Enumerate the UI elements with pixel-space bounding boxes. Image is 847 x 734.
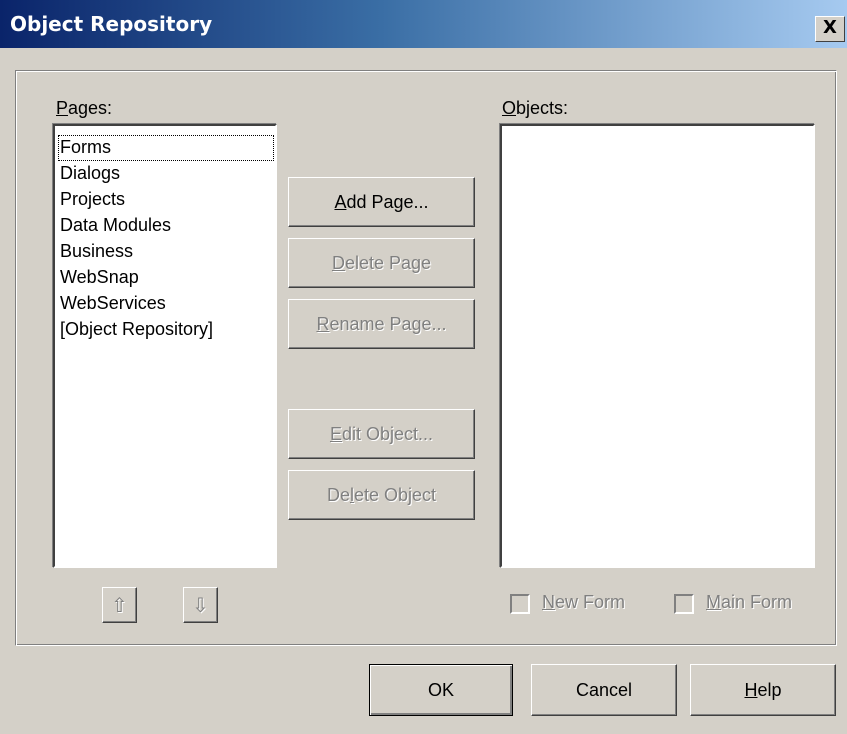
new-form-label-text: New Form [542, 592, 626, 612]
pages-list-item[interactable]: [Object Repository] [58, 317, 215, 343]
pages-list-item[interactable]: Forms [58, 135, 274, 161]
objects-label-accelerator: O [502, 98, 517, 118]
help-button[interactable]: Help [690, 664, 836, 716]
delete-page-button-label: Delete Page [331, 252, 432, 273]
move-down-button[interactable]: ⇩ [183, 587, 218, 623]
cancel-button-label: Cancel [575, 679, 633, 700]
cancel-button[interactable]: Cancel [531, 664, 677, 716]
rename-page-button-label: Rename Page... [316, 313, 447, 334]
delete-page-button[interactable]: Delete Page [288, 238, 475, 288]
move-up-button[interactable]: ⇧ [102, 587, 137, 623]
pages-label-rest: ages: [68, 98, 113, 118]
edit-object-button[interactable]: Edit Object... [288, 409, 475, 459]
main-form-checkbox[interactable] [674, 594, 694, 614]
pages-list-item[interactable]: Projects [58, 187, 127, 213]
pages-label: Pages: [56, 98, 112, 119]
objects-listbox[interactable] [500, 124, 815, 568]
main-form-label: Main Form [706, 592, 792, 613]
new-form-label: New Form [542, 592, 625, 613]
pages-list-item[interactable]: Dialogs [58, 161, 122, 187]
close-icon: X [823, 17, 837, 38]
pages-list-item[interactable]: WebServices [58, 291, 168, 317]
objects-label-rest: bjects: [516, 98, 569, 118]
main-form-label-text: Main Form [706, 592, 793, 612]
pages-list-item[interactable]: WebSnap [58, 265, 141, 291]
close-button[interactable]: X [815, 16, 845, 42]
delete-object-button[interactable]: Delete Object [288, 470, 475, 520]
pages-list-item[interactable]: Business [58, 239, 135, 265]
arrow-up-icon: ⇧ [111, 593, 128, 617]
object-repository-dialog: Object Repository X Pages: Forms Dialogs P… [0, 0, 847, 734]
pages-listbox[interactable]: Forms Dialogs Projects Data Modules Business… [53, 124, 277, 568]
ok-button-label: OK [427, 679, 454, 700]
edit-object-button-label: Edit Object... [329, 423, 434, 444]
rename-page-button[interactable]: Rename Page... [288, 299, 475, 349]
add-page-button-label: Add Page... [334, 191, 429, 212]
help-button-label: Help [744, 679, 782, 700]
title-bar[interactable]: Object Repository X [0, 0, 847, 48]
delete-object-button-label: Delete Object [326, 484, 437, 505]
window-title: Object Repository [10, 12, 213, 36]
ok-button[interactable]: OK [369, 664, 513, 716]
pages-label-accelerator: P [56, 98, 69, 118]
add-page-button[interactable]: Add Page... [288, 177, 475, 227]
new-form-checkbox[interactable] [510, 594, 530, 614]
objects-label: Objects: [502, 98, 568, 119]
pages-list-item[interactable]: Data Modules [58, 213, 173, 239]
arrow-down-icon: ⇩ [192, 593, 209, 617]
